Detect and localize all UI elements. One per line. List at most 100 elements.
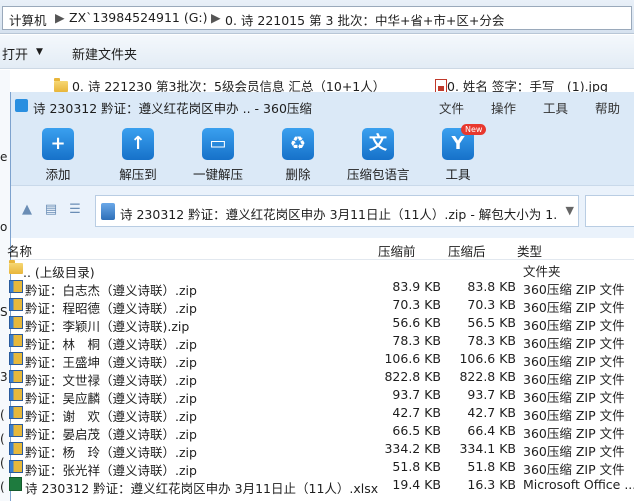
zip-file-icon: [9, 460, 23, 473]
original-size: 93.7 KB: [467, 387, 516, 402]
packed-size: 19.4 KB: [392, 477, 441, 492]
extract-to-button[interactable]: ↑ 解压到: [107, 128, 169, 183]
column-name[interactable]: 名称: [7, 241, 32, 260]
file-list: .. (上级目录) 文件夹 黔证：白志杰（遵义诗联）.zip 83.9 KB 83.…: [9, 260, 634, 496]
zip-file-icon: [9, 370, 23, 383]
window-title: 诗 230312 黔证：遵义红花岗区申办 .. - 360压缩: [33, 101, 312, 116]
column-original[interactable]: 压缩后: [448, 241, 486, 260]
chevron-right-icon[interactable]: ▶: [211, 10, 221, 25]
360-compress-window: 诗 230312 黔证：遵义红花岗区申办 .. - 360压缩 文件 操作 工具…: [7, 92, 634, 501]
title-bar[interactable]: 诗 230312 黔证：遵义红花岗区申办 .. - 360压缩 文件 操作 工具…: [11, 92, 634, 120]
list-view-icon[interactable]: ☰: [67, 202, 83, 218]
folder-icon: [9, 260, 23, 274]
zip-file-icon: [9, 334, 23, 347]
file-name: 黔证：王盛坤（遵义诗联）.zip: [9, 351, 197, 370]
delete-button[interactable]: ♻ 删除: [267, 128, 329, 183]
zip-file-icon: [9, 298, 23, 311]
zip-file-icon: [9, 316, 23, 329]
list-item[interactable]: 黔证：谢 欢（遵义诗联）.zip 42.7 KB 42.7 KB 360压缩 ZIP …: [9, 404, 634, 424]
open-button[interactable]: 打开: [2, 44, 28, 63]
list-item[interactable]: 黔证：张光祥（遵义诗联）.zip 51.8 KB 51.8 KB 360压缩 ZIP …: [9, 458, 634, 478]
packed-size: 78.3 KB: [392, 333, 441, 348]
menu-file[interactable]: 文件: [439, 98, 464, 117]
column-packed[interactable]: 压缩前: [378, 241, 416, 260]
file-name: 诗 230312 黔证：遵义红花岗区申办 3月11日止（11人）.xlsx: [9, 477, 378, 496]
original-size: 16.3 KB: [467, 477, 516, 492]
list-item[interactable]: 黔证：晏启茂（遵义诗联）.zip 66.5 KB 66.4 KB 360压缩 ZIP …: [9, 422, 634, 442]
address-box[interactable]: 计算机 ▶ ZX`13984524911 (G:) ▶ 0. 诗 221015 …: [2, 6, 632, 30]
menu-tools[interactable]: 工具: [543, 98, 568, 117]
list-item[interactable]: 诗 230312 黔证：遵义红花岗区申办 3月11日止（11人）.xlsx 19.…: [9, 476, 634, 496]
app-icon: [15, 99, 28, 112]
one-click-extract-icon: ▭: [202, 128, 234, 160]
explorer-address-bar[interactable]: 计算机 ▶ ZX`13984524911 (G:) ▶ 0. 诗 221015 …: [0, 0, 634, 34]
file-name: 黔证：张光祥（遵义诗联）.zip: [9, 459, 197, 478]
original-size: 822.8 KB: [459, 369, 516, 384]
file-name: 黔证：杨 玲（遵义诗联）.zip: [9, 441, 197, 460]
zip-file-icon: [9, 388, 23, 401]
packed-size: 83.9 KB: [392, 279, 441, 294]
original-size: 70.3 KB: [467, 297, 516, 312]
archive-language-icon: 文: [362, 128, 394, 160]
original-size: 42.7 KB: [467, 405, 516, 420]
excel-file-icon: [9, 477, 22, 491]
list-item-parent[interactable]: .. (上级目录) 文件夹: [9, 260, 634, 280]
image-icon: [435, 79, 447, 93]
view-mode-icon[interactable]: ▤: [43, 202, 59, 218]
menu-operate[interactable]: 操作: [491, 98, 516, 117]
file-name: 黔证：林 桐（遵义诗联）.zip: [9, 333, 197, 352]
original-size: 78.3 KB: [467, 333, 516, 348]
path-bar: ▲ ▤ ☰ 诗 230312 黔证：遵义红花岗区申办 3月11日止（11人）.z…: [11, 186, 634, 238]
folder-icon: [54, 78, 68, 92]
list-item[interactable]: 黔证：杨 玲（遵义诗联）.zip 334.2 KB 334.1 KB 360压缩 ZI…: [9, 440, 634, 460]
list-header: 名称 压缩前 压缩后 类型: [7, 238, 634, 260]
menu-help[interactable]: 帮助: [595, 98, 620, 117]
archive-path-box[interactable]: 诗 230312 黔证：遵义红花岗区申办 3月11日止（11人）.zip - 解…: [95, 195, 579, 227]
list-item[interactable]: 黔证：王盛坤（遵义诗联）.zip 106.6 KB 106.6 KB 360压缩 ZI…: [9, 350, 634, 370]
search-input[interactable]: [585, 195, 634, 227]
list-item[interactable]: 黔证：吴应麟（遵义诗联）.zip 93.7 KB 93.7 KB 360压缩 ZIP …: [9, 386, 634, 406]
zip-file-icon: [9, 406, 23, 419]
packed-size: 106.6 KB: [384, 351, 441, 366]
list-item[interactable]: 黔证：白志杰（遵义诗联）.zip 83.9 KB 83.8 KB 360压缩 ZIP …: [9, 278, 634, 298]
add-button[interactable]: + 添加: [27, 128, 89, 183]
zip-file-icon: [9, 442, 23, 455]
column-type[interactable]: 类型: [517, 241, 542, 260]
original-size: 83.8 KB: [467, 279, 516, 294]
packed-size: 334.2 KB: [384, 441, 441, 456]
list-item[interactable]: 黔证：李颖川（遵义诗联).zip 56.6 KB 56.5 KB 360压缩 ZIP …: [9, 314, 634, 334]
main-toolbar: + 添加 ↑ 解压到 ▭ 一键解压 ♻ 删除 文 压缩包语言 Y 工具: [11, 120, 634, 186]
new-folder-button[interactable]: 新建文件夹: [72, 44, 137, 63]
one-click-extract-button[interactable]: ▭ 一键解压: [187, 128, 249, 183]
packed-size: 51.8 KB: [392, 459, 441, 474]
zip-file-icon: [9, 424, 23, 437]
file-name: 黔证：晏启茂（遵义诗联）.zip: [9, 423, 197, 442]
packed-size: 56.6 KB: [392, 315, 441, 330]
extract-to-icon: ↑: [122, 128, 154, 160]
original-size: 51.8 KB: [467, 459, 516, 474]
breadcrumb-drive[interactable]: ZX`13984524911 (G:): [69, 10, 207, 25]
file-name: 黔证：吴应麟（遵义诗联）.zip: [9, 387, 197, 406]
chevron-right-icon[interactable]: ▶: [55, 10, 65, 25]
original-size: 56.5 KB: [467, 315, 516, 330]
packed-size: 822.8 KB: [384, 369, 441, 384]
list-item[interactable]: 黔证：文世禄（遵义诗联）.zip 822.8 KB 822.8 KB 360压缩 ZI…: [9, 368, 634, 388]
chevron-down-icon[interactable]: ▼: [566, 204, 574, 217]
zip-icon: [101, 203, 115, 220]
file-name: 黔证：白志杰（遵义诗联）.zip: [9, 279, 197, 298]
new-badge: New: [461, 124, 487, 135]
packed-size: 93.7 KB: [392, 387, 441, 402]
chevron-down-icon[interactable]: ▼: [36, 47, 43, 57]
explorer-toolbar: 打开 ▼ 新建文件夹: [0, 35, 634, 69]
list-item[interactable]: 黔证：程昭德（遵义诗联）.zip 70.3 KB 70.3 KB 360压缩 ZIP …: [9, 296, 634, 316]
archive-language-button[interactable]: 文 压缩包语言: [347, 128, 410, 183]
file-name: 黔证：程昭德（遵义诗联）.zip: [9, 297, 197, 316]
original-size: 106.6 KB: [459, 351, 516, 366]
up-arrow-icon[interactable]: ▲: [19, 202, 35, 218]
tools-button[interactable]: Y 工具: [427, 128, 489, 183]
list-item[interactable]: 黔证：林 桐（遵义诗联）.zip 78.3 KB 78.3 KB 360压缩 ZIP …: [9, 332, 634, 352]
original-size: 66.4 KB: [467, 423, 516, 438]
file-name: 黔证：李颖川（遵义诗联).zip: [9, 315, 189, 334]
breadcrumb-computer[interactable]: 计算机: [9, 10, 47, 29]
breadcrumb-folder[interactable]: 0. 诗 221015 第 3 批次：中华+省+市+区+分会: [225, 10, 504, 29]
